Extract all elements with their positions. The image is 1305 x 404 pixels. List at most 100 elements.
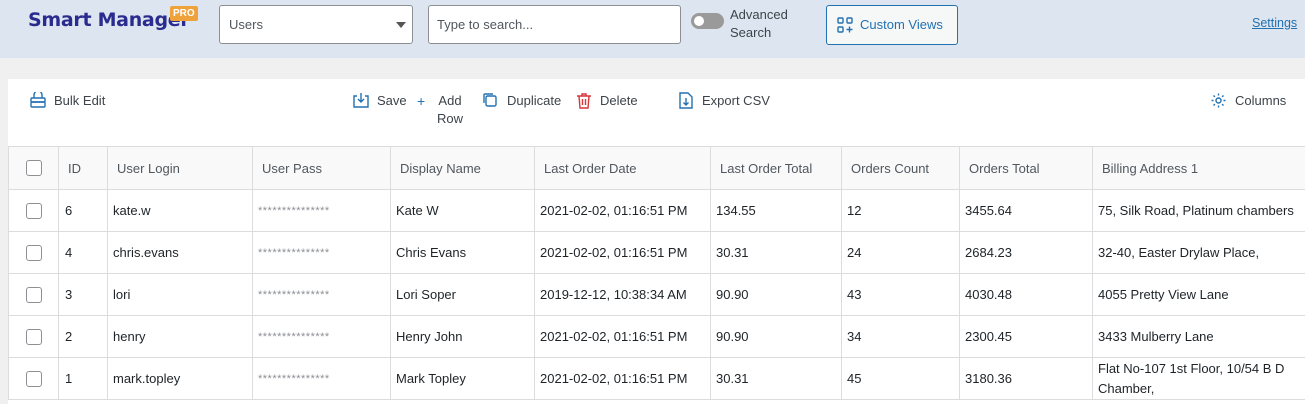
table-row[interactable]: 3 lori *************** Lori Soper 2019-1… <box>8 273 1305 316</box>
row-select-cell <box>8 231 59 274</box>
columns-label: Columns <box>1235 93 1287 108</box>
column-header[interactable]: User Login <box>107 146 253 190</box>
users-table: ID User Login User Pass Display Name Las… <box>8 146 1305 400</box>
column-header[interactable]: Last Order Date <box>534 146 711 190</box>
settings-link[interactable]: Settings <box>1252 16 1297 30</box>
export-csv-button[interactable]: Export CSV <box>679 92 770 110</box>
cell-user-pass[interactable]: *************** <box>252 357 391 400</box>
cell-user-login[interactable]: chris.evans <box>107 231 253 274</box>
custom-views-label: Custom Views <box>860 17 943 32</box>
cell-last-order-total[interactable]: 30.31 <box>710 357 842 400</box>
cell-orders-total[interactable]: 2684.23 <box>959 231 1093 274</box>
cell-orders-total[interactable]: 2300.45 <box>959 315 1093 358</box>
duplicate-label: Duplicate <box>507 93 562 108</box>
duplicate-button[interactable]: Duplicate <box>482 92 561 110</box>
row-checkbox[interactable] <box>25 202 42 219</box>
row-checkbox[interactable] <box>25 328 42 345</box>
column-header[interactable]: Billing Address 1 <box>1092 146 1305 190</box>
advanced-search-label: Advanced Search <box>730 7 788 40</box>
cell-last-order-date[interactable]: 2021-02-02, 01:16:51 PM <box>534 357 711 400</box>
table-row[interactable]: 1 mark.topley *************** Mark Tople… <box>8 357 1305 400</box>
cell-user-pass[interactable]: *************** <box>252 273 391 316</box>
advanced-search-toggle[interactable] <box>691 13 724 29</box>
table-row[interactable]: 2 henry *************** Henry John 2021-… <box>8 315 1305 358</box>
table-row[interactable]: 4 chris.evans *************** Chris Evan… <box>8 231 1305 274</box>
cell-billing-address[interactable]: 32-40, Easter Drylaw Place, <box>1092 231 1305 274</box>
save-icon <box>353 93 369 108</box>
toggle-knob <box>694 16 704 26</box>
cell-id[interactable]: 2 <box>58 315 108 358</box>
cell-billing-address[interactable]: 4055 Pretty View Lane <box>1092 273 1305 316</box>
bulk-edit-label: Bulk Edit <box>54 93 106 108</box>
dashboard-select[interactable]: Users <box>219 5 413 44</box>
cell-display-name[interactable]: Chris Evans <box>390 231 535 274</box>
save-label: Save <box>377 93 407 108</box>
cell-user-login[interactable]: kate.w <box>107 189 253 232</box>
custom-views-button[interactable]: Custom Views <box>826 5 958 45</box>
cell-user-login[interactable]: lori <box>107 273 253 316</box>
cell-last-order-date[interactable]: 2019-12-12, 10:38:34 AM <box>534 273 711 316</box>
save-button[interactable]: Save <box>352 92 407 110</box>
cell-billing-address[interactable]: 75, Silk Road, Platinum chambers <box>1092 189 1305 232</box>
app-title: Smart Manager <box>28 9 190 31</box>
row-select-cell <box>8 315 59 358</box>
cell-display-name[interactable]: Mark Topley <box>390 357 535 400</box>
row-checkbox[interactable] <box>25 286 42 303</box>
cell-orders-count[interactable]: 34 <box>841 315 960 358</box>
cell-orders-total[interactable]: 3180.36 <box>959 357 1093 400</box>
cell-id[interactable]: 6 <box>58 189 108 232</box>
bulk-edit-button[interactable]: Bulk Edit <box>29 92 105 110</box>
cell-billing-address[interactable]: Flat No-107 1st Floor, 10/54 B D Chamber… <box>1092 357 1305 400</box>
cell-id[interactable]: 3 <box>58 273 108 316</box>
cell-last-order-total[interactable]: 90.90 <box>710 273 842 316</box>
row-checkbox[interactable] <box>25 244 42 261</box>
cell-display-name[interactable]: Lori Soper <box>390 273 535 316</box>
cell-last-order-total[interactable]: 134.55 <box>710 189 842 232</box>
cell-user-pass[interactable]: *************** <box>252 189 391 232</box>
cell-orders-count[interactable]: 12 <box>841 189 960 232</box>
export-csv-label: Export CSV <box>702 93 770 108</box>
add-row-button[interactable]: + Add Row <box>417 92 465 128</box>
cell-orders-count[interactable]: 43 <box>841 273 960 316</box>
column-header[interactable]: Last Order Total <box>710 146 842 190</box>
column-header[interactable]: Orders Total <box>959 146 1093 190</box>
layers-icon <box>30 92 46 108</box>
cell-user-login[interactable]: mark.topley <box>107 357 253 400</box>
cell-last-order-date[interactable]: 2021-02-02, 01:16:51 PM <box>534 231 711 274</box>
cell-user-pass[interactable]: *************** <box>252 231 391 274</box>
cell-last-order-date[interactable]: 2021-02-02, 01:16:51 PM <box>534 189 711 232</box>
pro-badge: PRO <box>170 6 198 21</box>
cell-last-order-total[interactable]: 90.90 <box>710 315 842 358</box>
search-input[interactable] <box>428 5 681 44</box>
cell-orders-total[interactable]: 4030.48 <box>959 273 1093 316</box>
cell-orders-count[interactable]: 24 <box>841 231 960 274</box>
column-header[interactable]: User Pass <box>252 146 391 190</box>
select-all-checkbox[interactable] <box>25 160 42 177</box>
cell-id[interactable]: 4 <box>58 231 108 274</box>
column-header[interactable]: ID <box>58 146 108 190</box>
cell-last-order-total[interactable]: 30.31 <box>710 231 842 274</box>
columns-button[interactable]: Columns <box>1210 92 1286 110</box>
column-header[interactable]: Display Name <box>390 146 535 190</box>
cell-orders-total[interactable]: 3455.64 <box>959 189 1093 232</box>
duplicate-icon <box>483 93 497 107</box>
cell-billing-address[interactable]: 3433 Mulberry Lane <box>1092 315 1305 358</box>
cell-user-login[interactable]: henry <box>107 315 253 358</box>
add-row-label: Add Row <box>436 93 463 126</box>
cell-user-pass[interactable]: *************** <box>252 315 391 358</box>
delete-label: Delete <box>600 93 638 108</box>
cell-display-name[interactable]: Kate W <box>390 189 535 232</box>
column-header[interactable]: Orders Count <box>841 146 960 190</box>
chevron-down-icon <box>396 22 406 28</box>
row-checkbox[interactable] <box>25 370 42 387</box>
delete-button[interactable]: Delete <box>576 92 638 110</box>
row-select-cell <box>8 273 59 316</box>
cell-last-order-date[interactable]: 2021-02-02, 01:16:51 PM <box>534 315 711 358</box>
cell-id[interactable]: 1 <box>58 357 108 400</box>
select-all-cell <box>8 146 59 190</box>
table-row[interactable]: 6 kate.w *************** Kate W 2021-02-… <box>8 189 1305 232</box>
cell-orders-count[interactable]: 45 <box>841 357 960 400</box>
row-select-cell <box>8 357 59 400</box>
trash-icon <box>577 93 591 109</box>
cell-display-name[interactable]: Henry John <box>390 315 535 358</box>
